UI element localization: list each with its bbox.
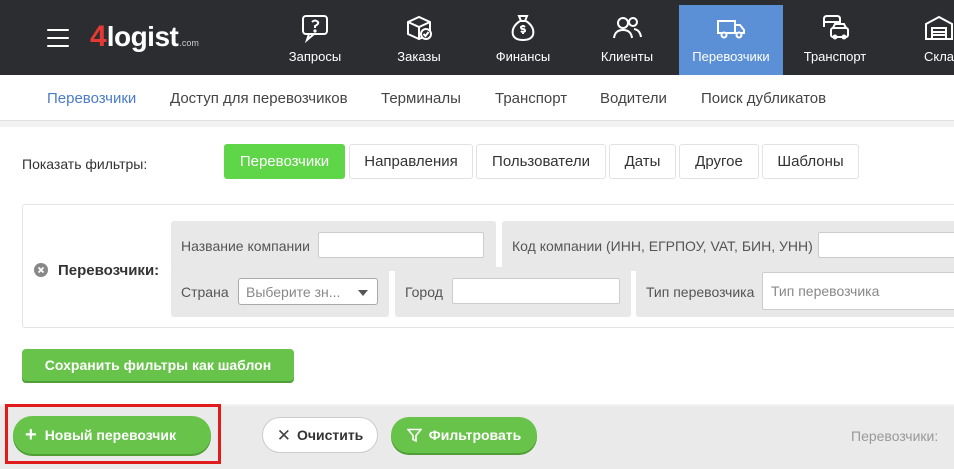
company-code-filter: Код компании (ИНН, ЕГРПОУ, VAT, БИН, УНН… xyxy=(502,221,954,271)
users-icon xyxy=(613,17,642,39)
nav-item-requests[interactable]: Запросы xyxy=(263,5,367,75)
carriers-count-label: Перевозчики: xyxy=(851,428,939,444)
chevron-down-icon xyxy=(358,290,368,296)
question-chat-icon xyxy=(302,15,328,43)
company-name-filter: Название компании xyxy=(171,221,496,271)
menu-icon[interactable] xyxy=(47,29,69,47)
nav-item-orders[interactable]: Заказы xyxy=(367,5,471,75)
subnav-item-terminals[interactable]: Терминалы xyxy=(381,90,461,107)
save-filters-template-button[interactable]: Сохранить фильтры как шаблон xyxy=(22,349,294,381)
carrier-type-filter: Тип перевозчика Тип перевозчика xyxy=(636,267,954,317)
subnav-item-duplicates[interactable]: Поиск дубликатов xyxy=(701,90,826,107)
nav-item-clients[interactable]: Клиенты xyxy=(575,5,679,75)
company-name-input[interactable] xyxy=(318,232,484,258)
show-filters-label: Показать фильтры: xyxy=(22,156,148,172)
box-check-icon xyxy=(407,15,432,41)
vehicles-icon xyxy=(823,15,849,40)
filter-button[interactable]: Фильтровать xyxy=(391,417,537,453)
sub-nav: Перевозчики Доступ для перевозчиков Терм… xyxy=(0,75,954,121)
filter-tab-dates[interactable]: Даты xyxy=(609,144,676,179)
highlight-box xyxy=(5,404,221,464)
carrier-filter-group: Перевозчики: Название компании Код компа… xyxy=(22,204,954,328)
subnav-item-carrier-access[interactable]: Доступ для перевозчиков xyxy=(170,90,348,107)
carriers-filter-label: Перевозчики: xyxy=(58,262,160,279)
filter-tab-directions[interactable]: Направления xyxy=(349,144,473,179)
clear-button[interactable]: ✕ Очистить xyxy=(262,417,378,453)
main-nav: Запросы Заказы Финансы Клиенты Перевозчи… xyxy=(263,5,954,75)
filter-tab-carriers[interactable]: Перевозчики xyxy=(224,144,345,179)
filter-tab-other[interactable]: Другое xyxy=(679,144,759,179)
subnav-item-carriers[interactable]: Перевозчики xyxy=(47,90,136,107)
top-bar: 4 logist .com Запросы Заказы Финансы Кли… xyxy=(0,0,954,75)
truck-icon xyxy=(717,20,745,39)
country-select[interactable]: Выберите зн... xyxy=(238,278,378,305)
nav-item-carriers[interactable]: Перевозчики xyxy=(679,5,783,75)
subnav-item-transport[interactable]: Транспорт xyxy=(495,90,567,107)
logo[interactable]: 4 logist .com xyxy=(90,22,199,54)
filter-panel: Показать фильтры: Перевозчики Направлени… xyxy=(0,127,954,404)
money-bag-icon xyxy=(511,15,535,42)
nav-item-warehouse[interactable]: Скла xyxy=(887,5,954,75)
country-filter: Страна Выберите зн... xyxy=(171,267,389,317)
funnel-icon xyxy=(406,428,422,442)
nav-item-finance[interactable]: Финансы xyxy=(471,5,575,75)
company-code-input[interactable] xyxy=(818,232,954,258)
nav-item-transport[interactable]: Транспорт xyxy=(783,5,887,75)
carrier-type-input[interactable]: Тип перевозчика xyxy=(762,272,954,310)
warehouse-icon xyxy=(925,15,953,40)
close-icon: ✕ xyxy=(276,425,291,445)
filter-tab-users[interactable]: Пользователи xyxy=(476,144,606,179)
city-input[interactable] xyxy=(452,278,620,304)
subnav-item-drivers[interactable]: Водители xyxy=(600,90,667,107)
remove-filter-icon[interactable] xyxy=(34,263,48,277)
city-filter: Город xyxy=(395,267,631,317)
filter-tab-templates[interactable]: Шаблоны xyxy=(762,144,859,179)
